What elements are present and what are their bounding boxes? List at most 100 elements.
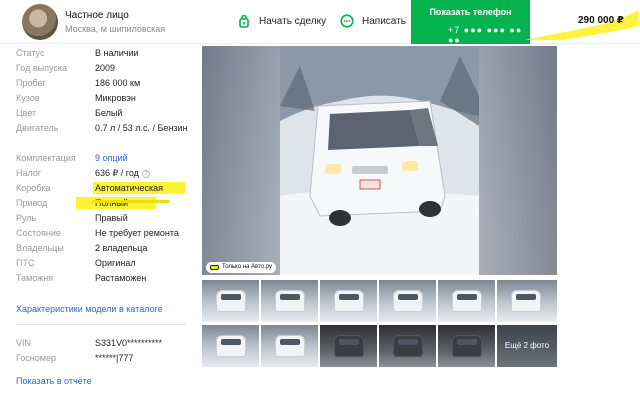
photo-thumbnail[interactable] [320,325,377,367]
safe-deal-icon [239,14,249,28]
spec-key: ПТС [16,258,35,268]
spec-value: В наличии [95,48,139,58]
spec-value: Растаможен [95,273,147,283]
yellow-underline-marker [92,200,170,203]
photo-thumbnail[interactable] [438,280,495,322]
spec-row-gearbox: Коробка Автоматическая [16,181,191,196]
photo-thumbnail[interactable] [202,280,259,322]
thumbnail-image [275,290,305,312]
vin-value: S331V0********** [95,338,163,348]
spec-value: Не требует ремонта [95,228,179,238]
spec-value: 186 000 км [95,78,141,88]
thumbnail-image [275,335,305,357]
thumbnail-image [452,335,482,357]
photo-thumbnail[interactable] [202,325,259,367]
spec-key: Цвет [16,108,37,118]
spec-row-condition: Состояние Не требует ремонта [16,226,191,241]
spec-key: Кузов [16,93,40,103]
spec-value: 2 владельца [95,243,148,253]
more-photos-thumbnail[interactable]: Ещё 2 фото [497,325,557,367]
spec-key: Таможня [16,273,54,283]
spec-key: Руль [16,213,37,223]
spec-row-owners: Владельцы 2 владельца [16,241,191,256]
spec-row-year: Год выпуска 2009 [16,61,191,76]
seller-name: Частное лицо [65,10,129,21]
spec-key: Год выпуска [16,63,67,73]
spec-key: Пробег [16,78,46,88]
spec-value: 636 ₽ / год? [95,168,190,179]
spec-row-equipment: Комплектация 9 опций [16,151,191,166]
thumbnail-image [334,335,364,357]
spec-row-drive: Привод Полный [16,196,191,211]
spec-row-pts: ПТС Оригинал [16,256,191,271]
spec-row-color: Цвет Белый [16,106,191,121]
spec-key: Коробка [16,183,51,193]
masked-phone-number: +7 ●●● ●●● ●● ●● [448,25,523,45]
spec-row-engine: Двигатель 0.7 л / 53 л.с. / Бензин [16,121,191,151]
spec-key: Состояние [16,228,61,238]
plate-value: ******|777 [95,353,134,363]
seller-location: Москва, м шипиловская [65,24,166,34]
photo-blur-left [202,46,280,275]
catalog-characteristics-link[interactable]: Характеристики модели в каталоге [16,304,163,314]
spec-key: Налог [16,168,42,178]
plate-key: Госномер [16,353,56,363]
tax-value: 636 ₽ / год [95,168,139,178]
more-photos-label: Ещё 2 фото [504,341,550,350]
seller-avatar[interactable] [22,4,58,40]
thumbnail-image [511,290,541,312]
thumbnail-image [393,290,423,312]
spec-key: Статус [16,48,45,58]
thumbnail-image [216,290,246,312]
main-car-photo[interactable] [202,46,557,275]
spec-value: 2009 [95,63,116,73]
spec-value: Правый [95,213,128,223]
show-in-report-link[interactable]: Показать в отчёте [16,376,92,386]
photo-thumbnail[interactable] [320,280,377,322]
spec-key: Владельцы [16,243,64,253]
start-deal-label: Начать сделку [259,15,327,27]
photo-thumbnail[interactable] [261,280,318,322]
chat-icon [340,14,354,28]
spec-row-mileage: Пробег 186 000 км [16,76,191,91]
spec-row-tax: Налог 636 ₽ / год? [16,166,191,181]
photo-thumbnail[interactable] [261,325,318,367]
help-icon[interactable]: ? [141,170,150,178]
spec-row-steering: Руль Правый [16,211,191,226]
spec-value: 0.7 л / 53 л.с. / Бензин [95,123,188,133]
thumbnail-image [334,290,364,312]
spec-key: Привод [16,198,48,208]
show-phone-label: Показать телефон [429,7,512,17]
write-message-label: Написать [362,15,406,27]
start-deal-button[interactable]: Начать сделку [237,10,326,32]
spec-row-status: Статус В наличии [16,46,191,61]
thumbnail-image [216,335,246,357]
thumbnail-image [452,290,482,312]
exclusive-badge-label: Только на Авто.ру [222,264,273,270]
thumbnail-image [393,335,423,357]
write-message-button[interactable]: Написать [340,10,406,32]
car-icon [210,265,219,270]
show-phone-button[interactable]: Показать телефон +7 ●●● ●●● ●● ●● [411,0,530,45]
photo-thumbnail[interactable] [379,325,436,367]
exclusive-badge: Только на Авто.ру [206,262,277,273]
specs-table: Статус В наличии Год выпуска 2009 Пробег… [16,46,191,286]
spec-key: Комплектация [16,153,76,163]
spec-value: Оригинал [95,258,136,268]
price: 290 000 ₽ [578,15,624,26]
equipment-options-link[interactable]: 9 опций [95,153,190,164]
photo-thumbnail[interactable] [379,280,436,322]
spec-row-body: Кузов Микровэн [16,91,191,106]
seller-header: Частное лицо Москва, м шипиловская Начат… [0,0,640,45]
vin-key: VIN [16,338,32,348]
divider [16,324,186,325]
spec-value: Микровэн [95,93,136,103]
white-van-image [280,46,479,275]
photo-thumbnail[interactable] [438,325,495,367]
photo-thumbnail[interactable] [497,280,557,322]
photo-blur-right [479,46,557,275]
spec-value: Белый [95,108,123,118]
spec-key: Двигатель [16,123,59,133]
spec-row-customs: Таможня Растаможен [16,271,191,286]
spec-value: Автоматическая [95,183,163,193]
